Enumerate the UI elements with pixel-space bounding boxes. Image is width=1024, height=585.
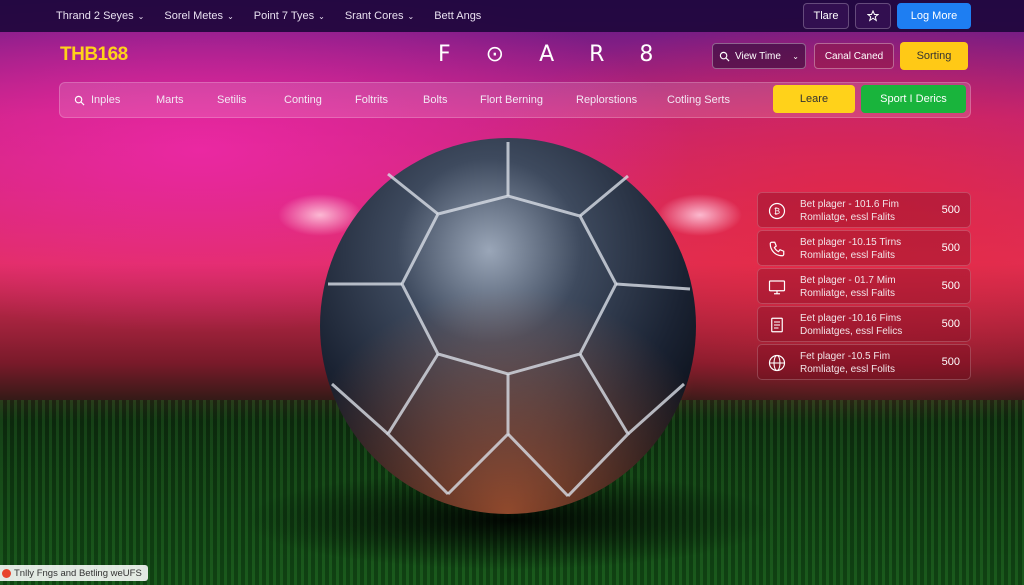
center-logo: F ⊙ A R 8 bbox=[438, 42, 668, 67]
bet-value: 500 bbox=[941, 204, 960, 216]
canal-button[interactable]: Canal Caned bbox=[814, 43, 894, 69]
soccer-ball-image bbox=[320, 138, 696, 514]
list-item[interactable]: Fet plager -10.5 Fim Romliatge, essl Fol… bbox=[757, 344, 971, 380]
nav-item[interactable]: Marts bbox=[156, 83, 184, 117]
top-menu-item[interactable]: Sorel Metes ⌄ bbox=[164, 10, 233, 22]
footer-text: Tnlly Fngs and Betling weUFS bbox=[14, 567, 142, 579]
chevron-down-icon: ⌄ bbox=[137, 11, 145, 21]
bet-title: Eet plager -10.16 Fims bbox=[800, 313, 902, 324]
footer-caption: Tnlly Fngs and Betling weUFS bbox=[0, 565, 148, 581]
nav-item[interactable]: Bolts bbox=[423, 83, 447, 117]
bet-subtitle: Romliatge, essl Falits bbox=[800, 288, 896, 299]
tiare-button[interactable]: Tlare bbox=[803, 3, 849, 29]
bet-value: 500 bbox=[941, 356, 960, 368]
chevron-down-icon: ⌄ bbox=[318, 11, 325, 21]
top-menu-item[interactable]: Srant Cores ⌄ bbox=[345, 10, 414, 22]
top-menu: Thrand 2 Seyes ⌄ Sorel Metes ⌄ Point 7 Tye… bbox=[56, 10, 501, 22]
chevron-down-icon: ⌄ bbox=[227, 11, 234, 21]
bet-value: 500 bbox=[941, 242, 960, 254]
bet-title: Bet plager -10.15 Tirns bbox=[800, 237, 902, 248]
top-menu-label: Thrand 2 Seyes bbox=[56, 10, 134, 22]
view-time-label: View Time bbox=[735, 50, 781, 62]
svg-text:₿: ₿ bbox=[774, 206, 780, 216]
bet-subtitle: Domliatges, essl Felics bbox=[800, 326, 903, 337]
nav-search-label: Inples bbox=[91, 94, 121, 106]
bet-title: Fet plager -10.5 Fim bbox=[800, 351, 891, 362]
top-menu-label: Point 7 Tyes bbox=[253, 10, 315, 22]
chevron-down-icon: ⌄ bbox=[407, 11, 415, 21]
phone-icon bbox=[768, 240, 786, 258]
nav-item[interactable]: Cotling Serts bbox=[667, 83, 730, 117]
bet-title: Bet plager - 01.7 Mim bbox=[800, 275, 896, 286]
sorting-button[interactable]: Sorting bbox=[900, 42, 968, 70]
chevron-down-icon: ⌄ bbox=[792, 51, 799, 61]
bet-subtitle: Romliatge, essl Falits bbox=[800, 250, 896, 261]
main-nav: Inples Marts Setilis Conting Foltrits Bo… bbox=[59, 82, 971, 118]
top-menu-item[interactable]: Point 7 Tyes ⌄ bbox=[254, 10, 325, 22]
nav-item[interactable]: Replorstions bbox=[576, 83, 637, 117]
search-icon bbox=[719, 51, 730, 61]
bet-value: 500 bbox=[941, 280, 960, 292]
top-bar: Thrand 2 Seyes ⌄ Sorel Metes ⌄ Point 7 Tye… bbox=[0, 0, 1024, 32]
favorite-button[interactable] bbox=[855, 3, 891, 29]
bet-list: ₿ Bet plager - 101.6 Fim Romliatge, essl… bbox=[757, 192, 971, 382]
bet-title: Bet plager - 101.6 Fim bbox=[800, 199, 899, 210]
nav-item[interactable]: Setilis bbox=[217, 83, 246, 117]
bet-value: 500 bbox=[941, 318, 960, 330]
nav-item[interactable]: Foltrits bbox=[355, 83, 388, 117]
top-menu-item[interactable]: Bett Angs bbox=[434, 10, 481, 22]
top-menu-item[interactable]: Thrand 2 Seyes ⌄ bbox=[56, 10, 144, 22]
list-item[interactable]: Eet plager -10.16 Fims Domliatges, essl … bbox=[757, 306, 971, 342]
top-menu-label: Sorel Metes bbox=[164, 10, 224, 22]
document-icon bbox=[768, 316, 786, 334]
list-item[interactable]: ₿ Bet plager - 101.6 Fim Romliatge, essl… bbox=[757, 192, 971, 228]
search-icon bbox=[74, 95, 85, 105]
top-menu-label: Srant Cores bbox=[344, 10, 404, 22]
top-menu-label: Bett Angs bbox=[434, 10, 482, 22]
nav-item[interactable]: Flort Berning bbox=[480, 83, 543, 117]
bitcoin-icon: ₿ bbox=[768, 202, 786, 220]
nav-search[interactable]: Inples bbox=[74, 83, 120, 117]
bet-subtitle: Romliatge, essl Folits bbox=[800, 364, 896, 375]
sport-button[interactable]: Sport I Derics bbox=[861, 85, 966, 113]
list-item[interactable]: Bet plager - 01.7 Mim Romliatge, essl Fa… bbox=[757, 268, 971, 304]
alert-dot-icon bbox=[2, 568, 11, 578]
leare-button[interactable]: Leare bbox=[773, 85, 855, 113]
login-button[interactable]: Log More bbox=[897, 3, 971, 29]
monitor-icon bbox=[768, 278, 786, 296]
list-item[interactable]: Bet plager -10.15 Tirns Romliatge, essl … bbox=[757, 230, 971, 266]
star-icon bbox=[867, 10, 879, 22]
view-time-dropdown[interactable]: View Time ⌄ bbox=[712, 43, 806, 69]
globe-icon bbox=[768, 354, 786, 372]
bet-subtitle: Romliatge, essl Falits bbox=[800, 212, 896, 223]
brand-logo[interactable]: THB168 bbox=[60, 44, 128, 66]
nav-item[interactable]: Conting bbox=[284, 83, 322, 117]
